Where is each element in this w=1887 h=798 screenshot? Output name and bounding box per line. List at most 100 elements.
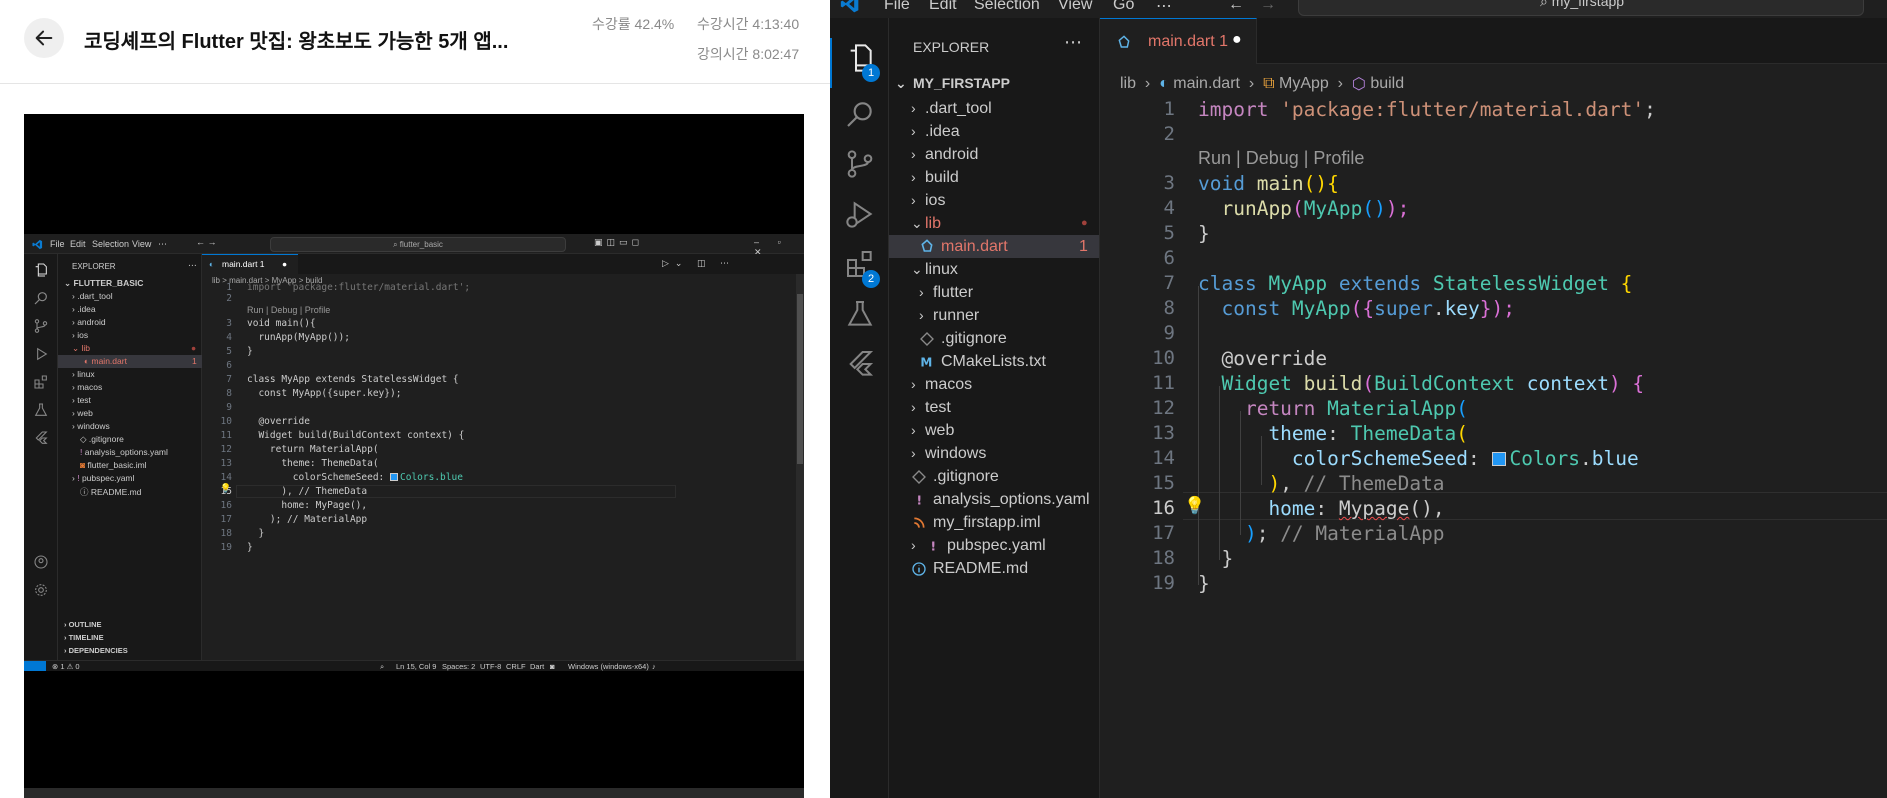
project-root[interactable]: ⌄ MY_FIRSTAPP [889, 70, 1099, 97]
code-line-19: } [1198, 572, 1210, 595]
code-token: : [1315, 497, 1339, 520]
run-debug-icon[interactable] [844, 198, 876, 230]
video-search-text: flutter_basic [399, 240, 443, 249]
tree-item[interactable]: › macos [889, 373, 1099, 396]
tree-item[interactable]: › ios [889, 189, 1099, 212]
line-number: 8 [1163, 297, 1175, 319]
tree-item[interactable]: ›! pubspec.yaml [889, 534, 1099, 557]
video-editor: ◐ main.dart 1 ● ▷⌄ ◫ ⋯ lib > main.dart >… [202, 254, 804, 660]
video-settings-icon [35, 584, 47, 596]
video-tree-item: › ios [72, 330, 89, 340]
source-control-icon[interactable] [844, 148, 876, 180]
code-line-10: @override [1198, 347, 1328, 370]
back-button[interactable] [24, 18, 64, 58]
breadcrumb-class[interactable]: MyApp [1279, 75, 1329, 93]
tree-item[interactable]: › runner [889, 304, 1099, 327]
tree-item[interactable]: ⌄ lib ● [889, 212, 1099, 235]
breadcrumb-method[interactable]: build [1370, 75, 1404, 93]
tree-item[interactable]: ⌄ linux [889, 258, 1099, 281]
tree-item[interactable]: › windows [889, 442, 1099, 465]
tree-item[interactable]: › flutter [889, 281, 1099, 304]
codelens[interactable]: Run | Debug | Profile [1198, 148, 1364, 169]
chevron-right-icon: › [911, 192, 916, 208]
video-tree-item: › windows [72, 421, 110, 431]
menu-file[interactable]: File [884, 0, 910, 14]
video-player[interactable]: File Edit Selection View ⋯ ← → ⌕ flutter… [24, 114, 804, 798]
line-number: 2 [1163, 123, 1175, 145]
tree-item[interactable]: › test [889, 396, 1099, 419]
video-tree-label: linux [77, 369, 95, 379]
menu-view[interactable]: View [1058, 0, 1092, 14]
video-tree-item: › linux [72, 369, 95, 379]
modified-dot-icon: ● [1081, 217, 1088, 229]
code-line-4: runApp(MyApp()); [1198, 197, 1409, 220]
explorer-more-icon[interactable]: ⋯ [1064, 32, 1082, 53]
search-icon: ⌕ [1539, 0, 1552, 9]
nav-back-arrow-icon[interactable]: ← [1228, 0, 1244, 14]
tree-item[interactable]: › android [889, 143, 1099, 166]
tree-item[interactable]: M CMakeLists.txt [889, 350, 1099, 373]
breadcrumb-file[interactable]: main.dart [1173, 75, 1240, 93]
testing-flask-icon[interactable] [844, 298, 876, 330]
video-indent: Spaces: 2 [442, 662, 476, 671]
search-icon[interactable] [844, 98, 876, 130]
video-search-icon [34, 292, 47, 305]
menu-selection[interactable]: Selection [974, 0, 1040, 14]
yaml-file-icon: ! [930, 539, 936, 554]
menu-edit[interactable]: Edit [929, 0, 957, 14]
line-number: 13 [1152, 422, 1175, 444]
line-number: 1 [1163, 98, 1175, 120]
flutter-icon[interactable] [844, 348, 876, 380]
menu-go[interactable]: Go [1113, 0, 1134, 14]
video-modified-dot: ● [191, 343, 197, 353]
color-swatch[interactable] [1491, 452, 1506, 466]
chevron-right-icon: › [919, 307, 924, 323]
video-account-icon [34, 555, 48, 569]
video-tree-label: android [77, 317, 106, 327]
code-line-12: return MaterialApp( [1198, 397, 1468, 420]
tree-item[interactable]: › .dart_tool [889, 97, 1099, 120]
code-token: ) [1198, 522, 1257, 545]
tree-item[interactable]: .gitignore [889, 327, 1099, 350]
tree-item[interactable]: › web [889, 419, 1099, 442]
video-code-line: runApp(MyApp()); [247, 332, 350, 343]
code-token: ; [1644, 98, 1656, 121]
video-code-line: @override [247, 416, 310, 427]
menu-more[interactable]: ⋯ [1156, 0, 1172, 16]
tree-item[interactable]: README.md [889, 557, 1099, 580]
code-line-15: ), // ThemeData [1198, 472, 1444, 495]
breadcrumb-folder[interactable]: lib [1120, 75, 1136, 93]
yaml-file-icon: ! [916, 493, 922, 508]
project-name: MY_FIRSTAPP [913, 75, 1010, 91]
tree-item[interactable]: › .idea [889, 120, 1099, 143]
tree-item[interactable]: › build [889, 166, 1099, 189]
unsaved-dot-icon: ● [1232, 31, 1242, 48]
explorer-title: EXPLORER [913, 39, 990, 55]
nav-forward-arrow-icon[interactable]: → [1260, 0, 1276, 14]
video-tab-main-dart: ◐ main.dart 1 ● [202, 254, 298, 274]
video-tree-label: main.dart [91, 356, 127, 366]
line-number: 3 [1163, 172, 1175, 194]
tab-main-dart[interactable]: main.dart 1 ● [1100, 18, 1257, 64]
command-center-search[interactable]: ⌕ my_firstapp [1298, 0, 1864, 16]
tab-label: main.dart 1 [1148, 33, 1229, 50]
video-status-bar: ⊗ 1 ⚠ 0 ⌕ Ln 15, Col 9 Spaces: 2 UTF-8 C… [24, 660, 804, 671]
tree-item[interactable]: ! analysis_options.yaml [889, 488, 1099, 511]
video-code-line: } [247, 528, 265, 539]
code-token: extends [1327, 272, 1433, 295]
code-line-1: import 'package:flutter/material.dart'; [1198, 98, 1656, 121]
tree-item-label: ios [925, 192, 946, 209]
code-token: ({ [1350, 297, 1375, 320]
line-number: 10 [1152, 347, 1175, 369]
video-tree-label: .gitignore [88, 434, 124, 444]
chevron-right-icon: › [911, 146, 916, 162]
video-line-number: 17 [220, 514, 232, 525]
code-token: , [1280, 472, 1304, 495]
tree-item[interactable]: .gitignore [889, 465, 1099, 488]
tree-item[interactable]: my_firstapp.iml [889, 511, 1099, 534]
tree-item[interactable]: main.dart 1 [889, 235, 1099, 258]
tree-item-label: lib [925, 215, 942, 232]
line-number: 7 [1163, 272, 1175, 294]
code-line-18: } [1198, 547, 1234, 570]
video-progress-bar[interactable] [24, 788, 804, 798]
